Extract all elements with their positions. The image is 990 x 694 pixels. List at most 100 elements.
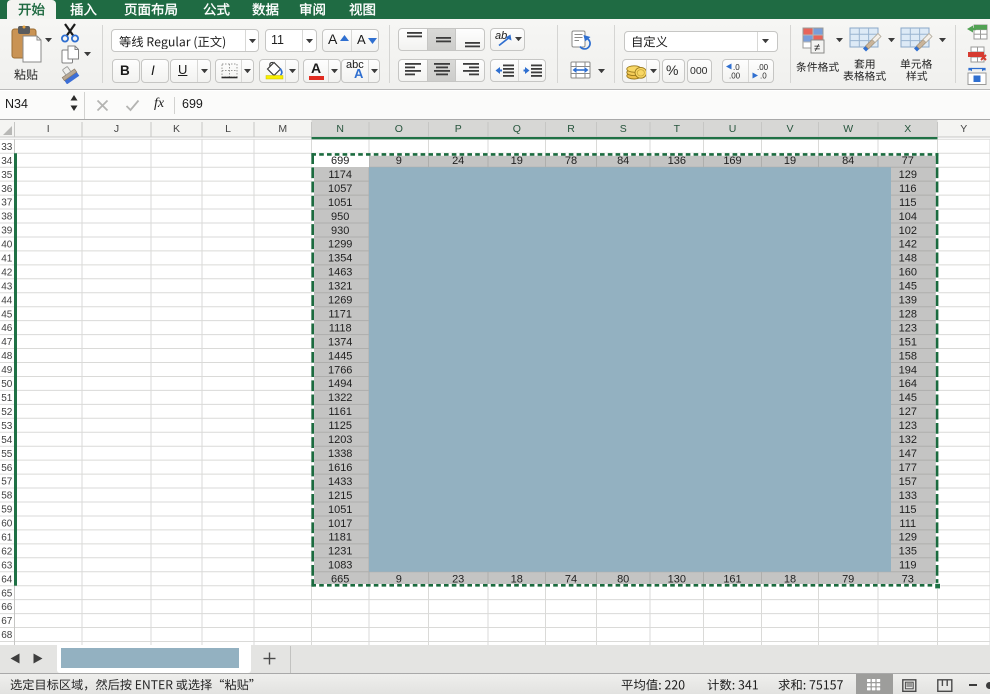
- svg-text:X: X: [904, 123, 911, 135]
- svg-text:57: 57: [1, 477, 13, 488]
- svg-text:33: 33: [1, 142, 13, 153]
- svg-text:128: 128: [899, 309, 917, 321]
- svg-text:123: 123: [899, 322, 917, 334]
- svg-text:63: 63: [1, 560, 13, 571]
- svg-text:77: 77: [902, 155, 914, 167]
- svg-text:R: R: [567, 123, 575, 135]
- svg-text:1374: 1374: [328, 336, 352, 348]
- svg-text:1057: 1057: [328, 183, 352, 195]
- svg-text:1445: 1445: [328, 350, 352, 362]
- svg-text:147: 147: [899, 448, 917, 460]
- svg-text:64: 64: [1, 574, 13, 585]
- svg-text:46: 46: [1, 323, 13, 334]
- svg-text:1017: 1017: [328, 518, 352, 530]
- svg-text:129: 129: [899, 532, 917, 544]
- svg-text:665: 665: [331, 574, 349, 586]
- svg-text:1181: 1181: [328, 532, 352, 544]
- svg-text:J: J: [114, 123, 119, 135]
- svg-text:132: 132: [899, 434, 917, 446]
- svg-text:K: K: [173, 123, 180, 135]
- svg-text:P: P: [455, 123, 462, 135]
- svg-text:M: M: [278, 123, 287, 135]
- svg-text:79: 79: [842, 574, 854, 586]
- svg-text:35: 35: [1, 170, 13, 181]
- svg-text:39: 39: [1, 226, 13, 237]
- svg-text:65: 65: [1, 588, 13, 599]
- svg-text:80: 80: [617, 574, 629, 586]
- svg-text:73: 73: [902, 574, 914, 586]
- svg-text:164: 164: [899, 378, 917, 390]
- svg-text:123: 123: [899, 420, 917, 432]
- svg-text:116: 116: [899, 183, 917, 195]
- svg-text:18: 18: [511, 574, 523, 586]
- svg-text:84: 84: [617, 155, 629, 167]
- svg-text:59: 59: [1, 505, 13, 516]
- svg-text:157: 157: [899, 476, 917, 488]
- svg-text:23: 23: [452, 574, 464, 586]
- svg-text:.0: .0: [760, 72, 767, 81]
- svg-text:51: 51: [1, 393, 13, 404]
- svg-text:18: 18: [784, 574, 796, 586]
- svg-text:58: 58: [1, 491, 13, 502]
- svg-text:139: 139: [899, 295, 917, 307]
- svg-text:.00: .00: [729, 72, 741, 81]
- svg-text:1125: 1125: [328, 420, 352, 432]
- svg-text:49: 49: [1, 365, 13, 376]
- svg-text:50: 50: [1, 379, 13, 390]
- svg-text:47: 47: [1, 337, 13, 348]
- svg-text:O: O: [395, 123, 403, 135]
- svg-text:S: S: [620, 123, 627, 135]
- svg-text:1174: 1174: [328, 169, 352, 181]
- svg-text:38: 38: [1, 212, 13, 223]
- svg-text:42: 42: [1, 268, 13, 279]
- svg-text:74: 74: [565, 574, 577, 586]
- svg-text:T: T: [674, 123, 681, 135]
- svg-text:151: 151: [899, 336, 917, 348]
- svg-text:56: 56: [1, 463, 13, 474]
- svg-text:19: 19: [784, 155, 796, 167]
- svg-text:78: 78: [565, 155, 577, 167]
- svg-text:L: L: [225, 123, 231, 135]
- svg-text:1051: 1051: [328, 197, 352, 209]
- svg-text:66: 66: [1, 602, 13, 613]
- svg-text:54: 54: [1, 435, 13, 446]
- svg-text:930: 930: [331, 225, 349, 237]
- svg-text:19: 19: [511, 155, 523, 167]
- svg-text:24: 24: [452, 155, 464, 167]
- svg-text:41: 41: [1, 254, 13, 265]
- svg-text:1321: 1321: [328, 281, 352, 293]
- svg-text:1118: 1118: [329, 322, 352, 334]
- svg-text:34: 34: [1, 156, 13, 167]
- svg-text:133: 133: [899, 490, 917, 502]
- svg-text:Q: Q: [513, 123, 521, 135]
- svg-text:1322: 1322: [328, 392, 352, 404]
- svg-text:68: 68: [1, 630, 13, 641]
- svg-text:84: 84: [842, 155, 854, 167]
- svg-text:129: 129: [899, 169, 917, 181]
- svg-text:Y: Y: [960, 123, 967, 135]
- svg-text:130: 130: [668, 574, 686, 586]
- svg-text:102: 102: [899, 225, 917, 237]
- svg-text:60: 60: [1, 519, 13, 530]
- svg-text:9: 9: [396, 574, 402, 586]
- svg-text:135: 135: [899, 546, 917, 558]
- svg-text:699: 699: [331, 155, 349, 167]
- svg-text:1338: 1338: [328, 448, 352, 460]
- svg-text:1203: 1203: [328, 434, 352, 446]
- svg-text:1494: 1494: [328, 378, 352, 390]
- svg-text:1433: 1433: [328, 476, 352, 488]
- svg-text:169: 169: [723, 155, 741, 167]
- svg-text:119: 119: [899, 560, 917, 572]
- svg-text:145: 145: [899, 392, 917, 404]
- svg-text:55: 55: [1, 449, 13, 460]
- svg-text:45: 45: [1, 309, 13, 320]
- svg-text:1766: 1766: [328, 364, 352, 376]
- svg-text:53: 53: [1, 421, 13, 432]
- svg-text:I: I: [47, 123, 50, 135]
- svg-text:115: 115: [899, 504, 917, 516]
- svg-text:1171: 1171: [328, 309, 352, 321]
- svg-text:62: 62: [1, 546, 13, 557]
- svg-text:158: 158: [899, 350, 917, 362]
- svg-text:V: V: [786, 123, 793, 135]
- svg-text:1616: 1616: [328, 462, 352, 474]
